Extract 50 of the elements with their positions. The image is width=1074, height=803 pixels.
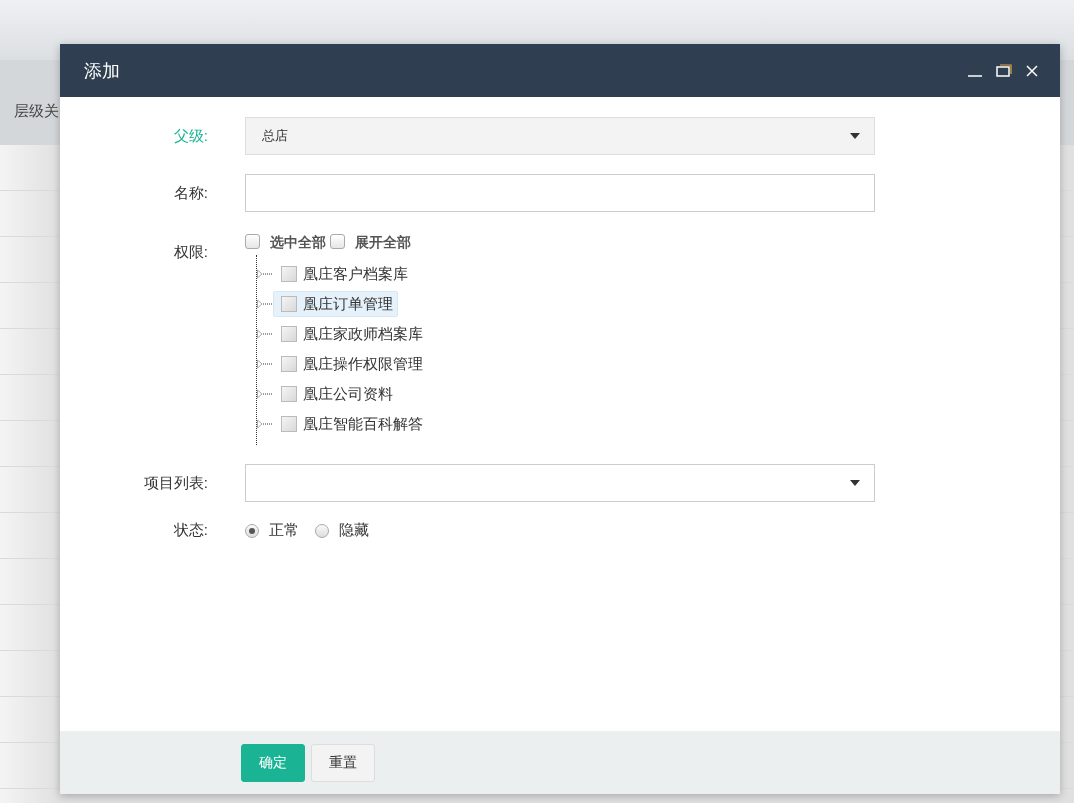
collapsed-node-icon[interactable] bbox=[257, 358, 273, 370]
tree-item-label: 凰庄智能百科解答 bbox=[303, 414, 423, 434]
checkbox[interactable] bbox=[281, 266, 297, 282]
checkbox-label: 选中全部 bbox=[270, 234, 326, 252]
field-label: 权限: bbox=[172, 242, 208, 262]
tree-item[interactable]: 凰庄操作权限管理 bbox=[273, 351, 428, 377]
collapsed-node-icon[interactable] bbox=[257, 328, 273, 340]
checkbox[interactable] bbox=[330, 233, 345, 249]
checkbox[interactable] bbox=[245, 233, 260, 249]
select-field[interactable]: 总店 bbox=[245, 117, 875, 155]
dialog-title: 添加 bbox=[84, 59, 121, 83]
caret-icon bbox=[850, 480, 860, 486]
close-icon bbox=[1026, 64, 1038, 77]
radio-button[interactable] bbox=[315, 523, 329, 538]
tree-item[interactable]: 凰庄客户档案库 bbox=[273, 261, 413, 287]
tree-item-label: 凰庄家政师档案库 bbox=[303, 324, 423, 344]
tree-item-label: 凰庄客户档案库 bbox=[303, 264, 408, 284]
collapsed-node-icon[interactable] bbox=[257, 388, 273, 400]
checkbox-label: 展开全部 bbox=[355, 234, 411, 252]
radio-label: 隐藏 bbox=[339, 521, 369, 540]
collapsed-node-icon[interactable] bbox=[257, 298, 273, 310]
close-button[interactable] bbox=[1026, 64, 1038, 77]
collapsed-node-icon[interactable] bbox=[257, 418, 273, 430]
tree-item-label: 凰庄订单管理 bbox=[303, 294, 393, 314]
minimize-icon bbox=[968, 74, 982, 77]
checkbox[interactable] bbox=[281, 386, 297, 402]
field-label: 父级: bbox=[172, 126, 208, 146]
field-label: 项目列表: bbox=[142, 473, 208, 493]
radio-button[interactable] bbox=[245, 523, 259, 538]
field-label: 状态: bbox=[172, 521, 208, 540]
reset-button[interactable]: 重置 bbox=[311, 743, 375, 782]
select-value: 总店 bbox=[262, 127, 289, 145]
caret-icon bbox=[850, 133, 860, 139]
checkbox[interactable] bbox=[281, 326, 297, 342]
tree-item[interactable]: 凰庄家政师档案库 bbox=[273, 321, 428, 347]
maximize-button[interactable] bbox=[996, 64, 1012, 77]
checkbox[interactable] bbox=[281, 296, 297, 312]
collapsed-node-icon[interactable] bbox=[257, 268, 273, 280]
tree-item-label: 凰庄公司资料 bbox=[303, 384, 393, 404]
tree-item-label: 凰庄操作权限管理 bbox=[303, 354, 423, 374]
checkbox[interactable] bbox=[281, 356, 297, 372]
field-label: 名称: bbox=[172, 183, 208, 203]
restore-icon bbox=[996, 64, 1012, 77]
input-field[interactable] bbox=[245, 174, 875, 212]
radio-label: 正常 bbox=[269, 521, 299, 540]
tree-item[interactable]: 凰庄公司资料 bbox=[273, 381, 398, 407]
select-field[interactable] bbox=[245, 464, 875, 502]
checkbox[interactable] bbox=[281, 416, 297, 432]
tree-item[interactable]: 凰庄订单管理 bbox=[273, 291, 398, 317]
tree-item[interactable]: 凰庄智能百科解答 bbox=[273, 411, 428, 437]
